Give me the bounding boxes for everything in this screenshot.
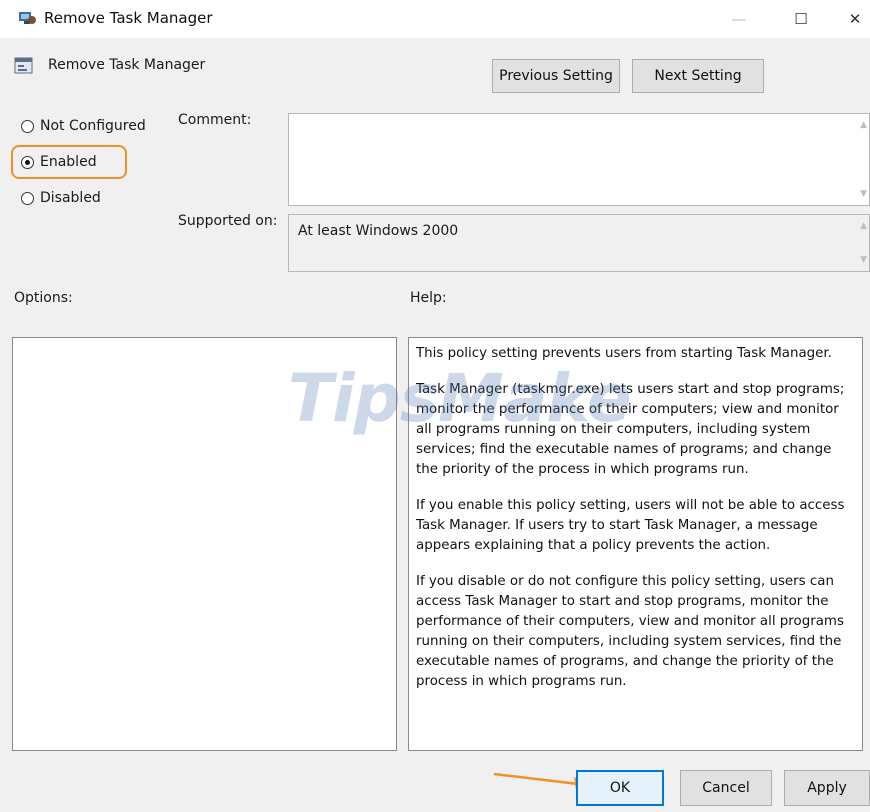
help-paragraph: If you enable this policy setting, users… bbox=[416, 498, 845, 553]
radio-circle[interactable] bbox=[21, 119, 34, 133]
radio-label: Not Configured bbox=[40, 118, 146, 134]
supported-on-value: At least Windows 2000 bbox=[298, 223, 459, 239]
minimize-button[interactable]: — bbox=[716, 0, 762, 38]
radio-circle-checked[interactable] bbox=[21, 155, 34, 169]
scroll-down-icon[interactable]: ▼ bbox=[860, 189, 867, 199]
radio-disabled[interactable]: Disabled bbox=[21, 190, 101, 206]
comment-textarea[interactable]: ▲ ▼ bbox=[288, 113, 870, 206]
setting-name: Remove Task Manager bbox=[48, 57, 206, 73]
comment-label: Comment: bbox=[178, 112, 252, 128]
supported-on-field: At least Windows 2000 ▲ ▼ bbox=[288, 214, 870, 272]
policy-setting-icon bbox=[14, 57, 33, 74]
supported-on-label: Supported on: bbox=[178, 213, 278, 229]
cancel-button[interactable]: Cancel bbox=[680, 770, 772, 806]
radio-not-configured[interactable]: Not Configured bbox=[21, 118, 146, 134]
options-label: Options: bbox=[14, 290, 73, 306]
group-policy-icon bbox=[19, 12, 36, 24]
watermark-logo: TipsMake bbox=[288, 360, 632, 437]
close-button[interactable]: ✕ bbox=[832, 0, 870, 38]
help-paragraph: If you disable or do not configure this … bbox=[416, 574, 844, 689]
radio-enabled[interactable]: Enabled bbox=[21, 154, 97, 170]
scroll-down-icon[interactable]: ▼ bbox=[860, 255, 867, 265]
radio-label: Disabled bbox=[40, 190, 101, 206]
ok-button[interactable]: OK bbox=[576, 770, 664, 806]
maximize-button[interactable]: ☐ bbox=[778, 0, 824, 38]
radio-label: Enabled bbox=[40, 154, 97, 170]
scroll-up-icon[interactable]: ▲ bbox=[860, 120, 867, 130]
help-label: Help: bbox=[410, 290, 447, 306]
previous-setting-button[interactable]: Previous Setting bbox=[492, 59, 620, 93]
window-title: Remove Task Manager bbox=[44, 9, 213, 27]
next-setting-button[interactable]: Next Setting bbox=[632, 59, 764, 93]
scroll-up-icon[interactable]: ▲ bbox=[860, 221, 867, 231]
radio-circle[interactable] bbox=[21, 191, 34, 205]
apply-button[interactable]: Apply bbox=[784, 770, 870, 806]
